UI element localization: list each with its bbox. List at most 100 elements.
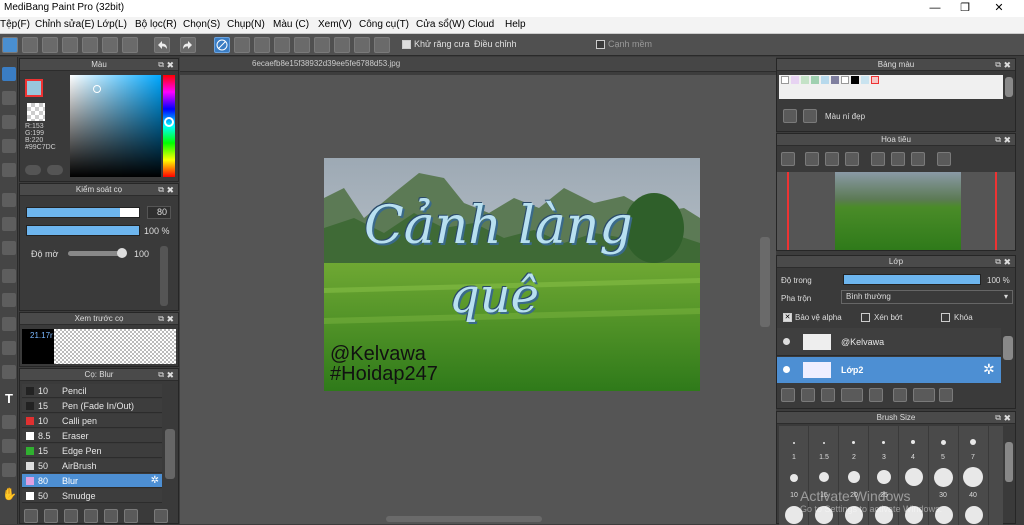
size-dot[interactable] bbox=[848, 471, 860, 483]
menu-select[interactable]: Chọn(S) bbox=[183, 19, 220, 30]
size-dot[interactable] bbox=[823, 442, 825, 444]
new-8bit-layer-icon[interactable] bbox=[821, 388, 835, 402]
text-tool-icon[interactable]: T bbox=[2, 391, 16, 406]
brush-list-scrollbar[interactable] bbox=[165, 429, 175, 479]
size-dot[interactable] bbox=[941, 440, 946, 445]
swatch[interactable] bbox=[861, 76, 869, 84]
rectangle-tool-icon[interactable] bbox=[2, 115, 16, 129]
swatch[interactable] bbox=[821, 76, 829, 84]
speech-icon[interactable] bbox=[62, 37, 78, 53]
trash-icon[interactable] bbox=[939, 388, 953, 402]
curve-snap-icon[interactable] bbox=[334, 37, 350, 53]
trash-icon[interactable] bbox=[154, 509, 168, 523]
swatch[interactable] bbox=[811, 76, 819, 84]
menu-color[interactable]: Màu (C) bbox=[273, 19, 309, 30]
move-tool-icon[interactable] bbox=[2, 163, 16, 177]
new-halftone-layer-icon[interactable] bbox=[801, 388, 815, 402]
hue-slider[interactable] bbox=[163, 75, 175, 177]
gradient-tool-icon[interactable] bbox=[2, 241, 16, 255]
canvas-vscrollbar[interactable] bbox=[760, 237, 770, 327]
hand-tool-icon[interactable]: ✋ bbox=[2, 487, 17, 501]
layer-row[interactable]: @Kelvawa bbox=[777, 328, 1001, 356]
popout-icon[interactable]: ⧉ bbox=[995, 134, 1001, 146]
add-brush-icon[interactable] bbox=[24, 509, 38, 523]
select-eraser-tool-icon[interactable] bbox=[2, 365, 16, 379]
size-dot[interactable] bbox=[875, 506, 893, 524]
redo-icon[interactable] bbox=[180, 37, 196, 53]
size-dot[interactable] bbox=[815, 506, 833, 524]
menu-capture[interactable]: Chụp(N) bbox=[227, 19, 265, 30]
size-dot[interactable] bbox=[793, 442, 795, 444]
size-dot[interactable] bbox=[819, 472, 829, 482]
size-dot[interactable] bbox=[911, 440, 915, 444]
minimize-button[interactable]: — bbox=[918, 0, 952, 17]
copy-brush-icon[interactable] bbox=[124, 509, 138, 523]
menu-view[interactable]: Xem(V) bbox=[318, 19, 352, 30]
soft-edge-checkbox[interactable] bbox=[596, 40, 605, 49]
popout-icon[interactable]: ⧉ bbox=[158, 369, 164, 381]
layout-icon[interactable] bbox=[122, 37, 138, 53]
eye-icon[interactable] bbox=[783, 366, 790, 373]
folder-icon[interactable] bbox=[104, 509, 118, 523]
hue-handle[interactable] bbox=[164, 117, 174, 127]
close-panel-icon[interactable]: ✖ bbox=[166, 369, 174, 381]
size-dot[interactable] bbox=[785, 506, 803, 524]
size-dot[interactable] bbox=[882, 441, 885, 444]
brush-item-airbrush[interactable]: 50 AirBrush bbox=[22, 459, 162, 473]
brush-control-scrollbar[interactable] bbox=[160, 246, 168, 306]
comment-icon[interactable] bbox=[42, 37, 58, 53]
vanishing-point-icon[interactable] bbox=[274, 37, 290, 53]
rotate-right-icon[interactable] bbox=[911, 152, 925, 166]
swatch[interactable] bbox=[871, 76, 879, 84]
brush-item-pen-fade[interactable]: 15 Pen (Fade In/Out) bbox=[22, 399, 162, 413]
cross-snap-icon[interactable] bbox=[254, 37, 270, 53]
popout-icon[interactable]: ⧉ bbox=[995, 412, 1001, 424]
magic-wand-tool-icon[interactable] bbox=[2, 317, 16, 331]
size-dot[interactable] bbox=[965, 506, 983, 524]
layer-opacity-slider[interactable] bbox=[843, 274, 981, 285]
brush-item-eraser[interactable]: 8.5 Eraser bbox=[22, 429, 162, 443]
size-slider-track[interactable] bbox=[26, 207, 140, 218]
grid-icon[interactable] bbox=[102, 37, 118, 53]
size-dot[interactable] bbox=[845, 506, 863, 524]
size-dot[interactable] bbox=[905, 468, 923, 486]
zoom-in-icon[interactable] bbox=[781, 152, 795, 166]
parallel-snap-icon[interactable] bbox=[234, 37, 250, 53]
close-panel-icon[interactable]: ✖ bbox=[1003, 412, 1011, 424]
flip-icon[interactable] bbox=[937, 152, 951, 166]
eraser-tool-icon[interactable] bbox=[2, 91, 16, 105]
popout-icon[interactable]: ⧉ bbox=[995, 256, 1001, 268]
swatch[interactable] bbox=[781, 76, 789, 84]
antialias-checkbox[interactable] bbox=[402, 40, 411, 49]
popout-icon[interactable]: ⧉ bbox=[158, 59, 164, 71]
bucket-tool-icon[interactable] bbox=[2, 217, 16, 231]
zoom-in-alt-icon[interactable] bbox=[805, 152, 819, 166]
gear-icon[interactable]: ✲ bbox=[983, 361, 995, 378]
close-panel-icon[interactable]: ✖ bbox=[166, 313, 174, 325]
size-dot[interactable] bbox=[905, 506, 923, 524]
swatch[interactable] bbox=[831, 76, 839, 84]
close-panel-icon[interactable]: ✖ bbox=[1003, 59, 1011, 71]
circle-snap-icon[interactable] bbox=[314, 37, 330, 53]
popout-icon[interactable]: ⧉ bbox=[158, 313, 164, 325]
layer-row-selected[interactable]: Lớp2 ✲ bbox=[777, 357, 1001, 383]
color-mode-button[interactable] bbox=[25, 165, 41, 175]
cloud-icon[interactable] bbox=[2, 37, 18, 53]
protect-alpha-checkbox[interactable]: ✕ bbox=[783, 313, 792, 322]
canvas-tab[interactable]: 6ecaefb8e15f38932d39ee5fe6788d53.jpg bbox=[180, 57, 776, 72]
size-input[interactable]: 80 bbox=[147, 206, 171, 219]
blur-slider-handle[interactable] bbox=[117, 248, 127, 258]
saturation-value-picker[interactable] bbox=[70, 75, 161, 177]
dot-tool-icon[interactable] bbox=[2, 139, 16, 153]
select-pen-tool-icon[interactable] bbox=[2, 341, 16, 355]
clipping-checkbox[interactable] bbox=[861, 313, 870, 322]
close-button[interactable]: ✕ bbox=[982, 0, 1016, 17]
undo-icon[interactable] bbox=[154, 37, 170, 53]
artwork-image[interactable]: Cảnh làng quê @Kelvawa #Hoidap247 bbox=[324, 158, 700, 391]
brush-item-pencil[interactable]: 10 Pencil bbox=[22, 384, 162, 398]
palette-scrollbar[interactable] bbox=[1005, 77, 1013, 97]
brush-item-calli-pen[interactable]: 10 Calli pen bbox=[22, 414, 162, 428]
import-brush-icon[interactable] bbox=[84, 509, 98, 523]
popout-icon[interactable]: ⧉ bbox=[995, 59, 1001, 71]
size-dot[interactable] bbox=[963, 467, 983, 487]
